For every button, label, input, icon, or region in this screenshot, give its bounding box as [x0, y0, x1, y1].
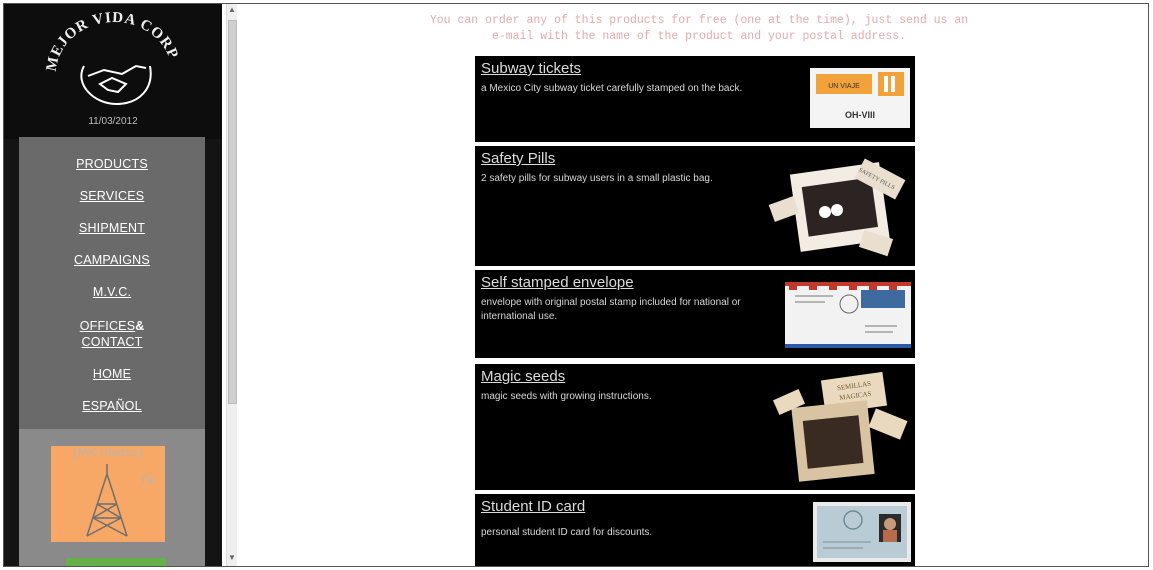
nav-services[interactable]: SERVICES — [19, 189, 205, 203]
intro-line-1: You can order any of this products for f… — [429, 14, 969, 27]
product-desc-pills: 2 safety pills for subway users in a sma… — [481, 173, 713, 184]
page-frame: MEJOR VIDA CORP 11/03/2012 PRODUCTS SERV… — [3, 3, 1149, 567]
student-id-image[interactable] — [813, 502, 911, 562]
nav-mvc[interactable]: M.V.C. — [19, 285, 205, 299]
product-card-subway: Subway tickets a Mexico City subway tick… — [475, 56, 915, 142]
product-title-subway[interactable]: Subway tickets — [481, 60, 581, 77]
product-card-student-id: Student ID card personal student ID card… — [475, 494, 915, 566]
nav-home[interactable]: HOME — [19, 367, 205, 381]
radio-tower-icon — [86, 464, 128, 537]
nav-campaigns[interactable]: CAMPAIGNS — [19, 253, 205, 267]
nav-shipment[interactable]: SHIPMENT — [19, 221, 205, 235]
product-card-pills: Safety Pills 2 safety pills for subway u… — [475, 146, 915, 266]
safety-pills-image[interactable]: SAFETY PILLS — [765, 148, 913, 264]
product-title-envelope[interactable]: Self stamped envelope — [481, 274, 634, 291]
scrollbar-thumb[interactable] — [228, 20, 237, 404]
product-desc-student-id: personal student ID card for discounts. — [481, 527, 653, 538]
product-card-envelope: Self stamped envelope envelope with orig… — [475, 270, 915, 358]
product-desc-envelope: envelope with original postal stamp incl… — [481, 297, 741, 322]
envelope-image[interactable] — [785, 282, 911, 348]
svg-text:OH-VIII: OH-VIII — [845, 110, 875, 120]
radio-button[interactable]: [MVC:Radio] fm — [51, 446, 165, 542]
nav-ampersand: & — [135, 319, 145, 333]
nav-contact[interactable]: CONTACT — [19, 335, 205, 349]
product-desc-seeds: magic seeds with growing instructions. — [481, 391, 652, 402]
green-button[interactable] — [66, 558, 166, 566]
product-title-student-id[interactable]: Student ID card — [481, 498, 585, 515]
product-title-pills[interactable]: Safety Pills — [481, 150, 555, 167]
subway-ticket-image[interactable]: UN VIAJE OH-VIII — [810, 68, 910, 128]
scroll-up-arrow-icon[interactable]: ▲ — [228, 6, 236, 14]
nav-espanol[interactable]: ESPAÑOL — [19, 399, 205, 413]
product-title-seeds[interactable]: Magic seeds — [481, 368, 565, 385]
scroll-down-arrow-icon[interactable]: ▼ — [228, 554, 236, 562]
product-desc-subway: a Mexico City subway ticket carefully st… — [481, 83, 743, 94]
sidebar-scrollbar[interactable]: ▲ ▼ — [226, 4, 237, 566]
svg-text:UN VIAJE: UN VIAJE — [828, 83, 860, 90]
product-card-seeds: Magic seeds magic seeds with growing ins… — [475, 364, 915, 490]
main-nav: PRODUCTS SERVICES SHIPMENT CAMPAIGNS M.V… — [19, 137, 205, 429]
nav-products[interactable]: PRODUCTS — [19, 157, 205, 171]
magic-seeds-image[interactable]: SEMILLAS MAGICAS — [767, 370, 913, 488]
logo[interactable]: MEJOR VIDA CORP 11/03/2012 — [4, 4, 222, 139]
nav-offices[interactable]: OFFICES — [80, 319, 136, 333]
svg-text:MEJOR VIDA CORP: MEJOR VIDA CORP — [44, 10, 181, 73]
logo-date: 11/03/2012 — [88, 116, 138, 127]
intro-text: You can order any of this products for f… — [254, 13, 1144, 45]
intro-line-2: e-mail with the name of the product and … — [491, 30, 907, 43]
handshake-logo-icon: MEJOR VIDA CORP — [44, 10, 181, 106]
sidebar: MEJOR VIDA CORP 11/03/2012 PRODUCTS SERV… — [4, 4, 222, 566]
